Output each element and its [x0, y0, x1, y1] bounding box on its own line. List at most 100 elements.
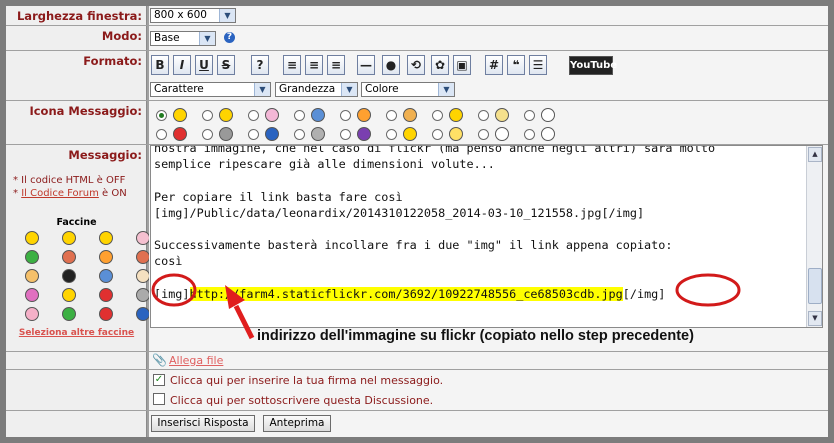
- message-icon-radio[interactable]: [248, 110, 259, 121]
- flash-button[interactable]: ?: [251, 55, 269, 75]
- row-attach: 📎 Allega file: [6, 352, 828, 369]
- signature-option-label: Clicca qui per inserire la tua firma nel…: [170, 374, 444, 387]
- message-icon-radio[interactable]: [202, 129, 213, 140]
- align-center-button[interactable]: ≡: [305, 55, 323, 75]
- color-select[interactable]: Colore ▼: [361, 82, 455, 97]
- smiley-icon[interactable]: [62, 250, 76, 264]
- label-cell: Modo:: [6, 26, 147, 50]
- window-width-select[interactable]: 800 x 600 ▼: [150, 8, 236, 23]
- message-icon-radio[interactable]: [386, 110, 397, 121]
- message-icon-radio[interactable]: [202, 110, 213, 121]
- help-icon[interactable]: ?: [224, 32, 235, 43]
- signature-checkbox[interactable]: ✓: [153, 374, 165, 386]
- img-open-tag: [img]: [154, 286, 190, 301]
- strike-button[interactable]: S: [217, 55, 235, 75]
- vertical-scrollbar[interactable]: ▲ ▼: [806, 146, 822, 327]
- bold-button[interactable]: B: [151, 55, 169, 75]
- smiley-icon[interactable]: [136, 269, 150, 283]
- mode-value: Base: [154, 32, 180, 44]
- chevron-down-icon: ▼: [219, 9, 235, 22]
- value-cell: Base ▼ ?: [149, 26, 828, 50]
- mode-label: Modo:: [101, 29, 142, 43]
- message-icon: [495, 108, 509, 122]
- subscribe-checkbox[interactable]: [153, 393, 165, 405]
- message-icon: [357, 108, 371, 122]
- align-right-button[interactable]: ≡: [327, 55, 345, 75]
- smiley-icon[interactable]: [25, 231, 39, 245]
- label-cell: Icona Messaggio:: [6, 101, 147, 144]
- smiley-icon[interactable]: [136, 288, 150, 302]
- smiley-icon[interactable]: [62, 231, 76, 245]
- italic-button[interactable]: I: [173, 55, 191, 75]
- message-icon-radio[interactable]: [432, 129, 443, 140]
- preview-button[interactable]: Anteprima: [263, 415, 331, 432]
- label-cell: [6, 411, 147, 437]
- message-textarea[interactable]: nostra immagine, che nel caso di flickr …: [150, 145, 823, 328]
- smiley-icon[interactable]: [62, 288, 76, 302]
- message-icon-radio[interactable]: [340, 110, 351, 121]
- scroll-down-arrow[interactable]: ▼: [808, 311, 822, 326]
- scroll-thumb[interactable]: [808, 268, 822, 304]
- message-icon-radio[interactable]: [294, 110, 305, 121]
- smiley-icon[interactable]: [136, 250, 150, 264]
- text-line: Successivamente basterà incollare fra i …: [154, 238, 673, 253]
- smiley-icon[interactable]: [62, 307, 76, 321]
- web-button[interactable]: ●: [382, 55, 400, 75]
- message-icon-radio[interactable]: [524, 129, 535, 140]
- youtube-button[interactable]: YouTube: [569, 56, 617, 75]
- smiley-icon[interactable]: [25, 250, 39, 264]
- message-icon-radio[interactable]: [524, 110, 535, 121]
- format-label: Formato:: [83, 54, 142, 68]
- smiley-icon[interactable]: [99, 307, 113, 321]
- message-icon-radio[interactable]: [432, 110, 443, 121]
- quote-button[interactable]: ❝: [507, 55, 525, 75]
- text-line: Per copiare il link basta fare così: [154, 189, 403, 204]
- font-select[interactable]: Carattere ▼: [150, 82, 271, 97]
- size-select[interactable]: Grandezza ▼: [275, 82, 358, 97]
- smilies-title: Faccine: [56, 217, 97, 228]
- submit-reply-button[interactable]: Inserisci Risposta: [151, 415, 255, 432]
- paperclip-icon: 📎: [152, 353, 167, 367]
- attach-file-link[interactable]: Allega file: [169, 354, 223, 367]
- smiley-icon[interactable]: [99, 288, 113, 302]
- message-icon-radio[interactable]: [478, 129, 489, 140]
- message-icon: [173, 127, 187, 141]
- message-icon-radio[interactable]: [478, 110, 489, 121]
- message-icon-radio[interactable]: [156, 110, 167, 121]
- smiley-icon[interactable]: [136, 231, 150, 245]
- forum-code-link[interactable]: Il Codice Forum: [21, 188, 99, 199]
- message-icon-radio[interactable]: [156, 129, 167, 140]
- smiley-icon[interactable]: [62, 269, 76, 283]
- mode-select[interactable]: Base ▼: [150, 31, 216, 46]
- swap-button[interactable]: ⟲: [407, 55, 425, 75]
- forum-code-line: * Il Codice Forum è ON: [13, 187, 127, 200]
- underline-button[interactable]: U: [195, 55, 213, 75]
- youtube-label: YouTube: [570, 60, 618, 71]
- smiley-icon[interactable]: [136, 307, 150, 321]
- list-button[interactable]: ☰: [529, 55, 547, 75]
- message-icon-radio[interactable]: [294, 129, 305, 140]
- subscribe-option-label: Clicca qui per sottoscrivere questa Disc…: [170, 394, 434, 407]
- window-width-label: Larghezza finestra:: [16, 9, 142, 23]
- scroll-up-arrow[interactable]: ▲: [808, 147, 822, 162]
- message-icon-radio[interactable]: [386, 129, 397, 140]
- smiley-icon[interactable]: [99, 269, 113, 283]
- smiley-icon[interactable]: [25, 269, 39, 283]
- more-smilies-link[interactable]: Seleziona altre faccine: [6, 328, 147, 338]
- message-icon-radio[interactable]: [340, 129, 351, 140]
- smiley-icon[interactable]: [99, 231, 113, 245]
- window-width-value: 800 x 600: [154, 9, 207, 21]
- smiley-icon[interactable]: [25, 288, 39, 302]
- html-off-text: * Il codice HTML è OFF: [13, 175, 126, 186]
- message-icon: [173, 108, 187, 122]
- image-button[interactable]: ▣: [453, 55, 471, 75]
- smiley-icon[interactable]: [99, 250, 113, 264]
- chevron-down-icon: ▼: [199, 32, 215, 45]
- align-left-button[interactable]: ≡: [283, 55, 301, 75]
- label-cell: Larghezza finestra:: [6, 6, 147, 25]
- message-icon-radio[interactable]: [248, 129, 259, 140]
- hash-button[interactable]: #: [485, 55, 503, 75]
- flickr-button[interactable]: ✿: [431, 55, 449, 75]
- hr-button[interactable]: —: [357, 55, 375, 75]
- smiley-icon[interactable]: [25, 307, 39, 321]
